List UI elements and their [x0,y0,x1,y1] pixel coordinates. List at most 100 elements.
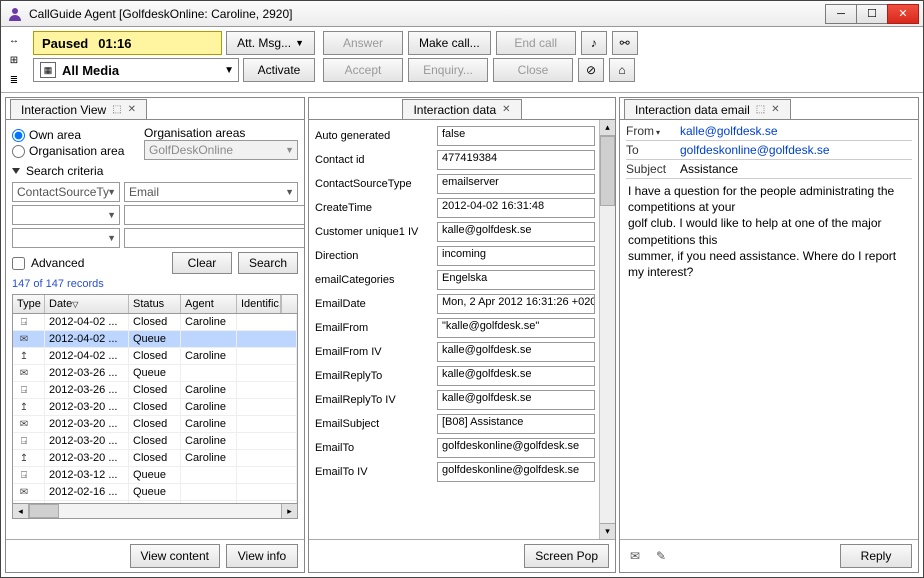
field-value[interactable]: golfdeskonline@golfdesk.se [437,462,595,482]
criteria-value-1[interactable]: Email▼ [124,182,298,202]
field-value[interactable]: Mon, 2 Apr 2012 16:31:26 +0200 [437,294,595,314]
organisation-area-radio[interactable]: Organisation area [12,144,138,158]
field-value[interactable]: golfdeskonline@golfdesk.se [437,438,595,458]
field-label: EmailReplyTo IV [315,394,431,406]
window-maximize-button[interactable]: ☐ [856,4,888,24]
close-interaction-button[interactable]: Close [493,58,573,82]
organisation-areas-header: Organisation areas [144,126,298,140]
close-tab-icon[interactable]: ✕ [128,104,136,115]
activate-button[interactable]: Activate [243,58,315,82]
own-area-radio[interactable]: Own area [12,128,138,142]
field-value[interactable]: "kalle@golfdesk.se" [437,318,595,338]
field-value[interactable]: false [437,126,595,146]
out-icon: ↥ [17,402,31,413]
criteria-value-2[interactable] [124,205,304,225]
envelope-icon[interactable]: ✉ [626,547,644,565]
field-row: EmailReplyTo IV kalle@golfdesk.se [315,390,595,410]
end-call-button[interactable]: End call [496,31,576,55]
table-row[interactable]: ⍈2012-03-12 ...Queue [13,467,297,484]
field-value[interactable]: 2012-04-02 16:31:48 [437,198,595,218]
pin-icon[interactable]: ⬚ [756,104,765,115]
field-value[interactable]: kalle@golfdesk.se [437,222,595,242]
table-row[interactable]: ⍈2012-03-26 ...ClosedCaroline [13,382,297,399]
view-info-button[interactable]: View info [226,544,298,568]
field-value[interactable]: Engelska [437,270,595,290]
cell-status: Queue [129,484,181,500]
field-value[interactable]: emailserver [437,174,595,194]
table-row[interactable]: ✉2012-03-26 ...Queue [13,365,297,382]
col-status[interactable]: Status [129,295,181,313]
criteria-field-1[interactable]: ContactSourceTy▼ [12,182,120,202]
cell-agent [181,484,237,500]
vscrollbar[interactable]: ▴ ▾ [599,120,615,539]
table-row[interactable]: ⍈2012-03-20 ...ClosedCaroline [13,433,297,450]
interaction-data-email-tab[interactable]: Interaction data email ⬚ ✕ [624,99,791,119]
vscroll-header [281,295,297,313]
accept-button[interactable]: Accept [323,58,403,82]
col-type[interactable]: Type [13,295,45,313]
answer-button[interactable]: Answer [323,31,403,55]
chevron-down-icon: ▼ [224,65,234,76]
headset-icon[interactable]: ⌂ [609,58,635,82]
field-value[interactable]: 477419384 [437,150,595,170]
scroll-left-icon[interactable]: ◂ [13,504,29,518]
view-content-button[interactable]: View content [130,544,221,568]
scroll-up-icon[interactable]: ▴ [600,120,615,136]
close-tab-icon[interactable]: ✕ [502,104,510,115]
expand-all-icon[interactable]: ↔ [5,31,23,49]
criteria-field-2[interactable]: ▼ [12,205,120,225]
table-hscrollbar[interactable]: ◂ ▸ [12,504,298,519]
table-row[interactable]: ✉2012-04-02 ...Queue [13,331,297,348]
field-value[interactable]: kalle@golfdesk.se [437,342,595,362]
scroll-down-icon[interactable]: ▾ [600,523,615,539]
interaction-view-tab[interactable]: Interaction View ⬚ ✕ [10,99,147,119]
enquiry-button[interactable]: Enquiry... [408,58,488,82]
compose-icon[interactable]: ✎ [652,547,670,565]
field-value[interactable]: [B08] Assistance [437,414,595,434]
att-msg-button[interactable]: Att. Msg...▼ [226,31,315,55]
table-row[interactable]: ↥2012-04-02 ...ClosedCaroline [13,348,297,365]
search-criteria-header[interactable]: Search criteria [12,164,298,178]
col-agent[interactable]: Agent [181,295,237,313]
advanced-checkbox[interactable] [12,257,25,270]
table-row[interactable]: ↥2012-03-20 ...ClosedCaroline [13,450,297,467]
cell-date: 2012-03-26 ... [45,365,129,381]
cell-status: Queue [129,467,181,483]
window-close-button[interactable]: ✕ [887,4,919,24]
reply-button[interactable]: Reply [840,544,912,568]
window-minimize-button[interactable]: ─ [825,4,857,24]
close-tab-icon[interactable]: ✕ [771,104,779,115]
new-panel-icon[interactable]: ⊞ [5,51,23,69]
col-identification[interactable]: Identific.. [237,295,281,313]
table-row[interactable]: ✉2012-02-16 ...Queue [13,484,297,501]
cell-date: 2012-03-20 ... [45,416,129,432]
table-row[interactable]: ✉2012-03-20 ...ClosedCaroline [13,416,297,433]
layout-icon[interactable]: ≣ [5,71,23,89]
scroll-right-icon[interactable]: ▸ [281,504,297,518]
field-row: Auto generatedfalse [315,126,595,146]
results-table[interactable]: Type Date▽ Status Agent Identific.. ⍈201… [12,294,298,504]
screen-pop-button[interactable]: Screen Pop [524,544,609,568]
from-label[interactable]: From▾ [626,124,680,138]
criteria-field-3[interactable]: ▼ [12,228,120,248]
field-row: EmailFrom"kalle@golfdesk.se" [315,318,595,338]
field-value[interactable]: kalle@golfdesk.se [437,390,595,410]
mail-icon: ✉ [17,487,31,498]
music-icon[interactable]: ♪ [581,31,607,55]
table-row[interactable]: ⍈2012-04-02 ...ClosedCaroline [13,314,297,331]
pin-icon[interactable]: ⬚ [112,104,121,115]
field-label: EmailTo IV [315,466,431,478]
table-row[interactable]: ↥2012-03-20 ...ClosedCaroline [13,399,297,416]
voicemail-icon[interactable]: ⚯ [612,31,638,55]
col-date[interactable]: Date▽ [45,295,129,313]
search-button[interactable]: Search [238,252,298,274]
cancel-icon[interactable]: ⊘ [578,58,604,82]
field-value[interactable]: kalle@golfdesk.se [437,366,595,386]
clear-button[interactable]: Clear [172,252,232,274]
interaction-data-tab[interactable]: Interaction data ✕ [402,99,521,119]
field-value[interactable]: incoming [437,246,595,266]
organisation-area-select[interactable]: GolfDeskOnline▼ [144,140,298,160]
criteria-value-3[interactable] [124,228,304,248]
make-call-button[interactable]: Make call... [408,31,491,55]
media-selector[interactable]: ▦ All Media ▼ [33,58,239,82]
